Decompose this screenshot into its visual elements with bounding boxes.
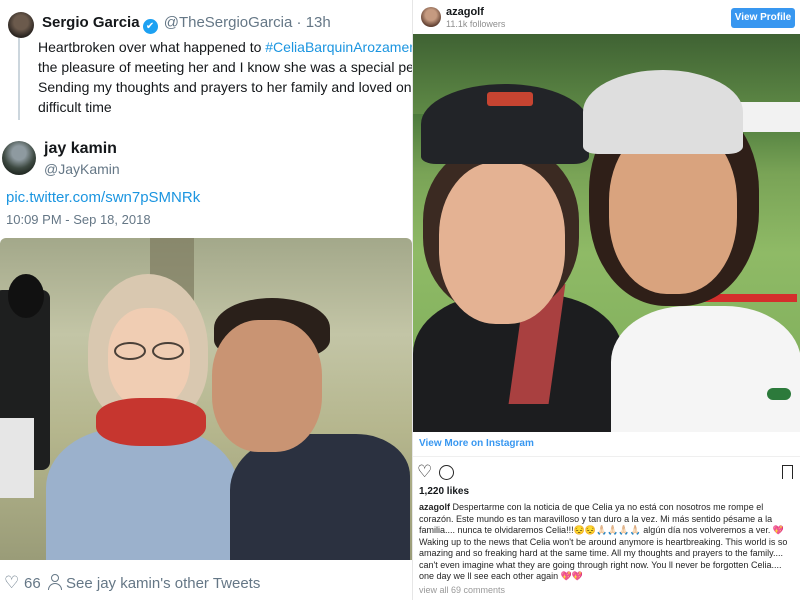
comment-icon[interactable] xyxy=(439,465,454,480)
photo-glasses xyxy=(108,342,190,360)
like-count[interactable]: 66 xyxy=(24,575,41,592)
quoted-avatar[interactable] xyxy=(8,12,34,38)
quoted-text-line3: Sending my thoughts and prayers to her f… xyxy=(38,79,412,95)
tweet-photo[interactable] xyxy=(0,238,412,560)
photo-camera-lens xyxy=(8,274,44,318)
quoted-dot: · xyxy=(296,14,302,31)
photo-shirt-logo xyxy=(767,388,791,400)
tweet-timestamp[interactable]: 10:09 PM - Sep 18, 2018 xyxy=(6,212,151,227)
instagram-caption: azagolf Despertarme con la noticia de qu… xyxy=(419,502,795,583)
instagram-photo[interactable] xyxy=(413,34,800,432)
tweet-avatar[interactable] xyxy=(2,141,36,175)
quoted-author-name[interactable]: Sergio Garcia xyxy=(42,14,140,31)
quote-thread-line xyxy=(18,38,20,120)
photo-woman1-face xyxy=(439,162,565,324)
bookmark-icon[interactable] xyxy=(782,465,793,479)
quoted-tweet[interactable]: Sergio Garcia ✔ @TheSergioGarcia · 13h He… xyxy=(0,0,412,122)
heart-icon[interactable]: ♡ xyxy=(4,573,19,593)
photo-scarf xyxy=(96,398,206,446)
tweet-author-name[interactable]: jay kamin xyxy=(44,140,117,158)
quoted-tweet-text: Heartbroken over what happened to #Celia… xyxy=(38,37,412,117)
quoted-header: Sergio Garcia ✔ @TheSergioGarcia · 13h xyxy=(42,14,331,34)
see-other-tweets-link[interactable]: See jay kamin's other Tweets xyxy=(66,575,260,592)
instagram-likes[interactable]: 1,220 likes xyxy=(419,486,469,497)
tweet-author-handle[interactable]: @JayKamin xyxy=(44,161,120,177)
instagram-header: azagolf 11.1k followers View Profile xyxy=(413,0,800,34)
hashtag-link[interactable]: #CeliaBarquinArozamena xyxy=(265,39,412,55)
quoted-text-line4: difficult time xyxy=(38,99,112,115)
photo-girl-jacket xyxy=(46,428,238,560)
view-profile-button[interactable]: View Profile xyxy=(731,8,795,28)
tweet-footer: ♡ 66 See jay kamin's other Tweets xyxy=(0,566,412,596)
divider xyxy=(413,456,800,457)
caption-text: Despertarme con la noticia de que Celia … xyxy=(419,502,788,581)
instagram-followers: 11.1k followers xyxy=(446,19,506,29)
quoted-author-handle[interactable]: @TheSergioGarcia xyxy=(164,14,293,31)
quoted-time[interactable]: 13h xyxy=(306,14,331,31)
photo-white-object xyxy=(0,418,34,498)
quoted-text-line2: the pleasure of meeting her and I know s… xyxy=(38,59,412,75)
quoted-text-prefix: Heartbroken over what happened to xyxy=(38,39,266,55)
person-icon xyxy=(48,574,62,590)
like-heart-icon[interactable]: ♡ xyxy=(417,462,432,482)
instagram-avatar[interactable] xyxy=(421,7,441,27)
twitter-panel: Sergio Garcia ✔ @TheSergioGarcia · 13h He… xyxy=(0,0,412,600)
photo-man-shirt xyxy=(230,434,410,560)
photo-cap-logo xyxy=(487,92,533,106)
view-more-on-instagram-link[interactable]: View More on Instagram xyxy=(419,438,534,449)
photo-man-face xyxy=(212,320,322,452)
instagram-username[interactable]: azagolf xyxy=(446,6,484,18)
view-all-comments-link[interactable]: view all 69 comments xyxy=(419,585,505,595)
caption-username[interactable]: azagolf xyxy=(419,502,450,512)
photo-woman2-cap xyxy=(583,70,743,154)
verified-icon: ✔ xyxy=(142,19,158,34)
instagram-panel: azagolf 11.1k followers View Profile Vie… xyxy=(412,0,800,600)
instagram-actions: ♡ xyxy=(413,462,800,482)
tweet-pic-link[interactable]: pic.twitter.com/swn7pSMNRk xyxy=(6,189,200,206)
